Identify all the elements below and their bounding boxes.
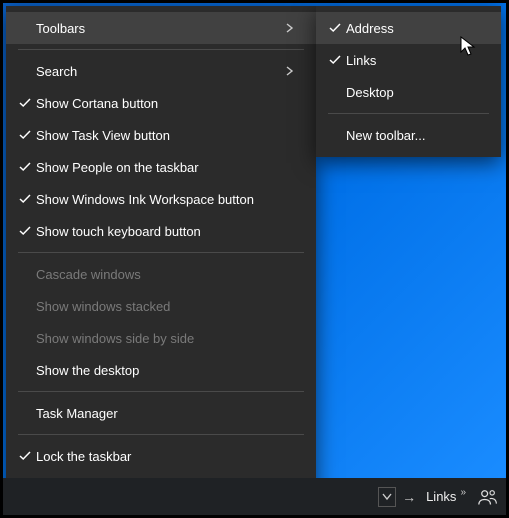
taskbar-context-menu: Toolbars Search Show Cortana button Show… xyxy=(6,6,316,510)
menu-item-show-task-view[interactable]: Show Task View button xyxy=(6,119,316,151)
menu-separator xyxy=(18,252,304,253)
menu-item-show-cortana[interactable]: Show Cortana button xyxy=(6,87,316,119)
menu-label: Show touch keyboard button xyxy=(36,224,302,239)
menu-item-cascade: Cascade windows xyxy=(6,258,316,290)
menu-item-show-ink[interactable]: Show Windows Ink Workspace button xyxy=(6,183,316,215)
check-icon xyxy=(14,450,36,462)
check-icon xyxy=(14,225,36,237)
submenu-arrow-icon xyxy=(286,23,302,33)
menu-label: Show the desktop xyxy=(36,363,302,378)
menu-label: Show Task View button xyxy=(36,128,302,143)
menu-label: Address xyxy=(346,21,487,36)
menu-item-search[interactable]: Search xyxy=(6,55,316,87)
chevron-down-icon xyxy=(382,493,392,501)
check-icon xyxy=(14,97,36,109)
menu-item-lock-taskbar[interactable]: Lock the taskbar xyxy=(6,440,316,472)
menu-label: Show windows side by side xyxy=(36,331,302,346)
menu-item-toolbars[interactable]: Toolbars xyxy=(6,12,316,44)
menu-separator xyxy=(18,391,304,392)
menu-label: Links xyxy=(346,53,487,68)
menu-label: Show Cortana button xyxy=(36,96,302,111)
menu-separator xyxy=(18,49,304,50)
address-dropdown[interactable] xyxy=(378,487,396,507)
menu-label: Show windows stacked xyxy=(36,299,302,314)
check-icon xyxy=(14,161,36,173)
menu-label: Show People on the taskbar xyxy=(36,160,302,175)
menu-label: Toolbars xyxy=(36,21,286,36)
check-icon xyxy=(14,193,36,205)
submenu-item-new-toolbar[interactable]: New toolbar... xyxy=(316,119,501,151)
menu-item-show-desktop[interactable]: Show the desktop xyxy=(6,354,316,386)
menu-item-show-touch-keyboard[interactable]: Show touch keyboard button xyxy=(6,215,316,247)
menu-label: Show Windows Ink Workspace button xyxy=(36,192,302,207)
menu-item-stacked: Show windows stacked xyxy=(6,290,316,322)
check-icon xyxy=(14,129,36,141)
menu-label: New toolbar... xyxy=(346,128,487,143)
menu-separator xyxy=(328,113,489,114)
submenu-item-links[interactable]: Links xyxy=(316,44,501,76)
check-icon xyxy=(324,54,346,66)
menu-label: Desktop xyxy=(346,85,487,100)
check-icon xyxy=(324,22,346,34)
menu-item-task-manager[interactable]: Task Manager xyxy=(6,397,316,429)
submenu-arrow-icon xyxy=(286,66,302,76)
go-arrow-icon[interactable]: → xyxy=(402,489,416,505)
taskbar-links-toolbar-label[interactable]: Links xyxy=(426,489,456,504)
submenu-item-address[interactable]: Address xyxy=(316,12,501,44)
double-chevron-icon[interactable]: » xyxy=(460,487,466,498)
menu-item-show-people[interactable]: Show People on the taskbar xyxy=(6,151,316,183)
menu-label: Task Manager xyxy=(36,406,302,421)
menu-label: Cascade windows xyxy=(36,267,302,282)
menu-label: Lock the taskbar xyxy=(36,449,302,464)
people-icon[interactable] xyxy=(476,485,500,509)
taskbar[interactable]: → Links » xyxy=(3,478,506,515)
menu-item-side-by-side: Show windows side by side xyxy=(6,322,316,354)
menu-label: Search xyxy=(36,64,286,79)
menu-separator xyxy=(18,434,304,435)
toolbars-submenu: Address Links Desktop New toolbar... xyxy=(316,6,501,157)
submenu-item-desktop[interactable]: Desktop xyxy=(316,76,501,108)
